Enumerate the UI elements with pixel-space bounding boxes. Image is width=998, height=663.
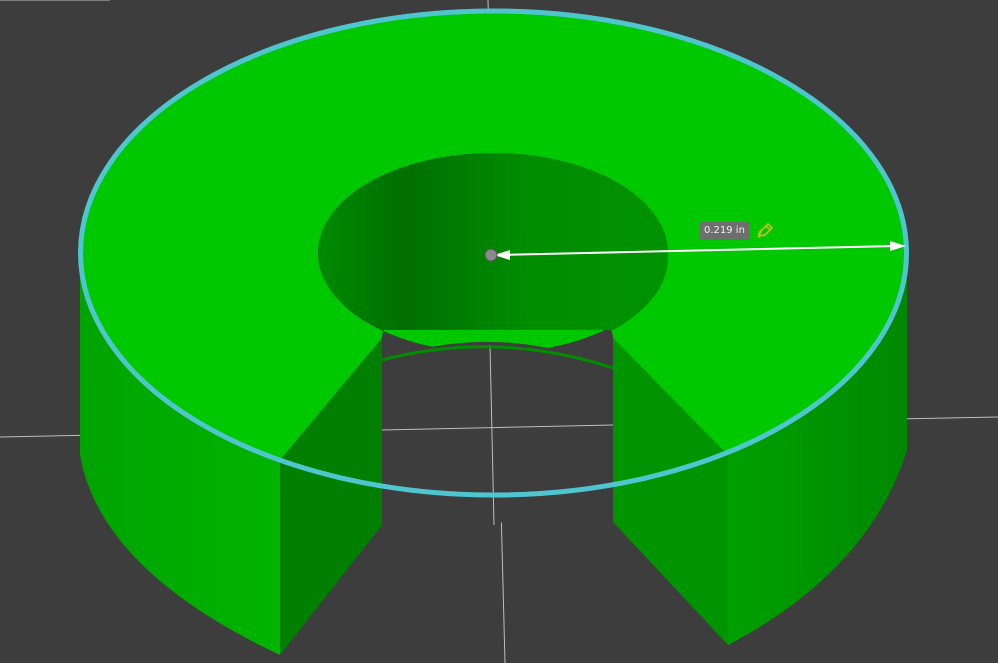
pencil-edit-icon[interactable] [755, 221, 775, 241]
bore-opening-edge [382, 341, 613, 525]
model-canvas[interactable] [0, 0, 998, 663]
center-point-marker[interactable] [484, 248, 498, 262]
dimension-label[interactable]: 0.219 in [700, 222, 749, 240]
3d-viewport[interactable]: 0.219 in [0, 0, 998, 663]
